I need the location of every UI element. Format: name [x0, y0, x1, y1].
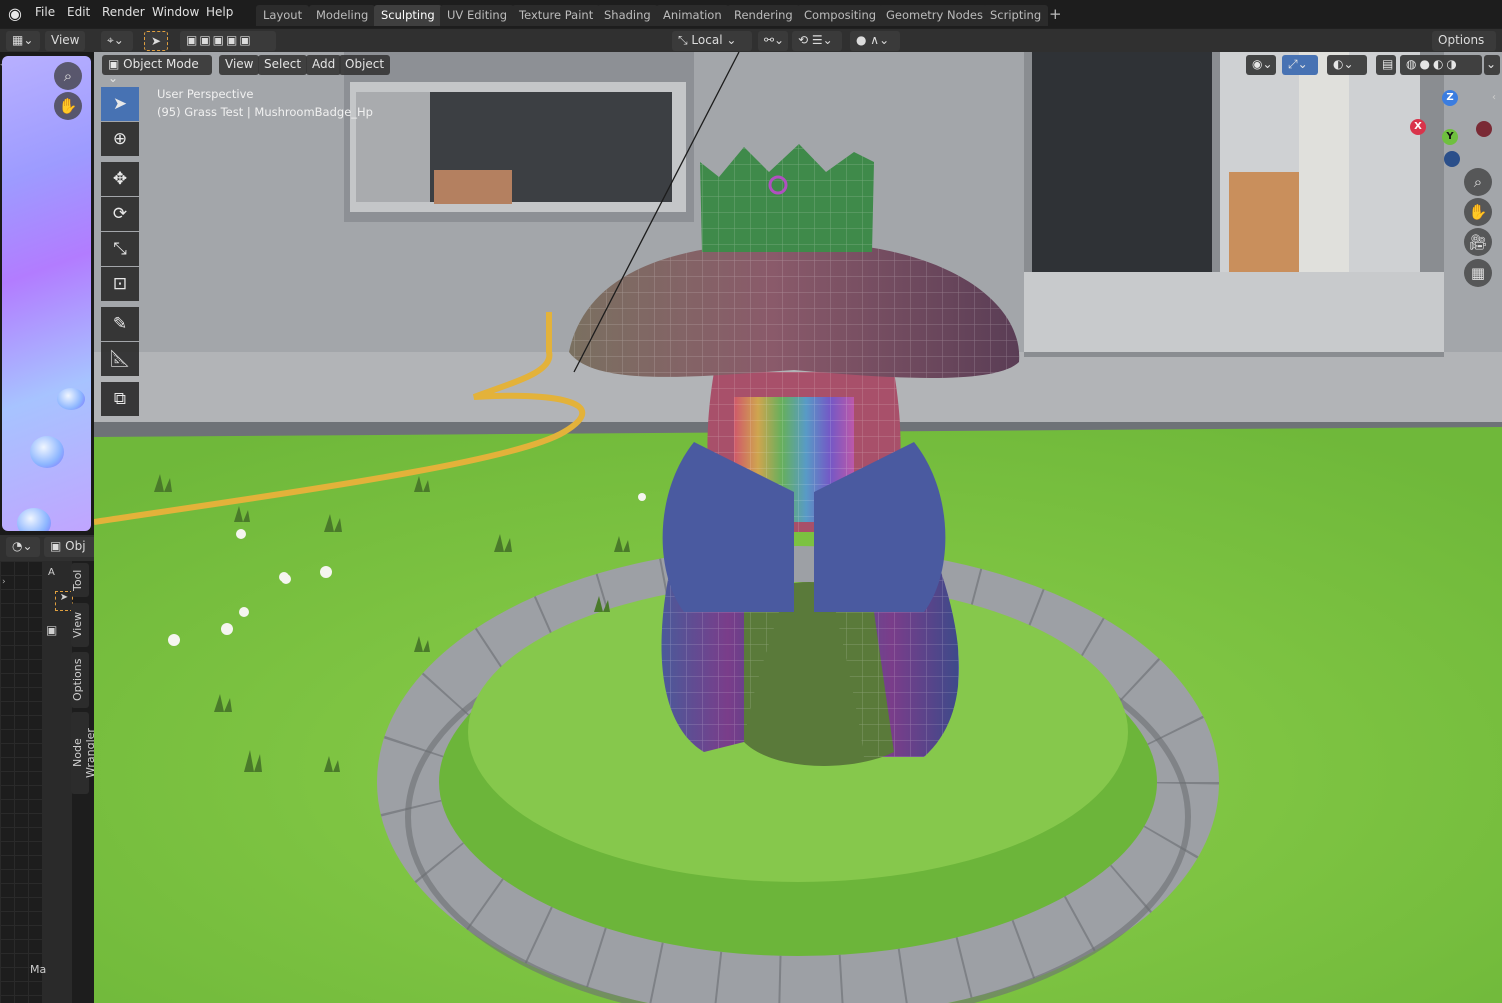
add-cube-icon[interactable]: ⧉ [101, 382, 139, 416]
options-label: Options [1438, 33, 1485, 47]
shading-mode-buttons[interactable]: ◍●◐◑ [1400, 55, 1482, 75]
editor-type-button[interactable]: ◔⌄ [6, 537, 40, 557]
viewport-menu-view[interactable]: View [219, 55, 260, 75]
preview-sphere [17, 508, 51, 531]
falloff-button[interactable]: ● ∧⌄ [850, 31, 900, 51]
hand-icon[interactable]: ✋ [54, 92, 82, 120]
tab-layout[interactable]: Layout [256, 5, 310, 26]
top-menu-bar: ◉ File Edit Render Window Help Layout Mo… [0, 0, 1502, 28]
gizmo-button[interactable]: ⤢⌄ [1282, 55, 1318, 75]
node-grid [0, 561, 42, 1003]
viewport-menu-object[interactable]: Object [339, 55, 391, 75]
editor-type-button[interactable]: ▦⌄ [6, 31, 40, 51]
tab-uv-editing[interactable]: UV Editing [440, 5, 514, 26]
scale-icon[interactable]: ⤡ [101, 232, 139, 266]
tab-tool[interactable]: Tool [71, 563, 89, 597]
tab-sculpting[interactable]: Sculpting [374, 5, 442, 26]
tab-shading[interactable]: Shading [597, 5, 658, 26]
cursor-icon[interactable]: ⊕ [101, 122, 139, 156]
properties-header: ◔⌄ ▣ Obj [0, 535, 94, 561]
object-mode-label: Object Mode [123, 57, 199, 71]
tab-compositing[interactable]: Compositing [797, 5, 884, 26]
menu-render[interactable]: Render [102, 5, 145, 19]
menu-help[interactable]: Help [206, 5, 233, 19]
select-box-icon[interactable]: ➤ [144, 31, 168, 51]
sidebar-toggle-icon[interactable]: ‹ [1492, 92, 1496, 103]
zoom-icon[interactable]: ⌕ [54, 62, 82, 90]
axis-neg-x[interactable] [1476, 121, 1492, 137]
add-workspace-button[interactable]: + [1049, 5, 1062, 23]
orientation-label: Local [691, 33, 723, 47]
hand-icon[interactable]: ✋ [1464, 198, 1492, 226]
tab-options[interactable]: Options [71, 652, 89, 708]
proportional-button[interactable]: ⟲ ☰⌄ [792, 31, 842, 51]
snap-button[interactable]: ⚯⌄ [758, 31, 788, 51]
zoom-icon[interactable]: ⌕ [1464, 168, 1492, 196]
tab-scripting[interactable]: Scripting [983, 5, 1049, 26]
select-box-icon[interactable]: ➤ [101, 87, 139, 121]
selection-mode-buttons[interactable]: ▣▣▣▣▣ [180, 31, 276, 51]
a-label: A [48, 567, 55, 578]
object-mode-label: Obj [65, 539, 86, 553]
xray-button[interactable]: ▤ [1376, 55, 1396, 75]
object-mode-dropdown[interactable]: ▣ Object Mode ⌄ [102, 55, 212, 85]
tool-header: ▦⌄ View ⌖⌄ ➤ ▣▣▣▣▣ ⤡ Local ⌄ ⚯⌄ ⟲ ☰⌄ ● ∧… [0, 28, 1502, 61]
transform-pivot-button[interactable]: ⌖⌄ [101, 31, 133, 51]
select-mode-icon[interactable]: ▣ [46, 623, 68, 637]
view-menu-left[interactable]: View [45, 31, 85, 51]
matcap-preview-panel: ⌕ ✋ [2, 56, 91, 531]
preview-sphere [30, 436, 64, 468]
annotate-icon[interactable]: ✎ [101, 307, 139, 341]
navigation-gizmo[interactable]: Z Y X [1404, 87, 1494, 177]
object-info-label: (95) Grass Test | MushroomBadge_Hp [157, 105, 373, 119]
tab-rendering[interactable]: Rendering [727, 5, 800, 26]
tab-view[interactable]: View [71, 603, 89, 647]
rotate-icon[interactable]: ⟳ [101, 197, 139, 231]
axis-neg-z[interactable] [1444, 151, 1460, 167]
bottom-label: Ma [30, 963, 47, 976]
scene-render [94, 52, 1502, 1003]
tab-texture-paint[interactable]: Texture Paint [512, 5, 601, 26]
overlay-button[interactable]: ◐⌄ [1327, 55, 1367, 75]
axis-y[interactable]: Y [1442, 129, 1458, 145]
preview-sphere [57, 388, 85, 410]
tab-animation[interactable]: Animation [656, 5, 729, 26]
visibility-button[interactable]: ◉⌄ [1246, 55, 1276, 75]
viewport-menu-select[interactable]: Select [258, 55, 308, 75]
tab-modeling[interactable]: Modeling [309, 5, 376, 26]
axis-z[interactable]: Z [1442, 90, 1458, 106]
object-mode-button[interactable]: ▣ Obj [44, 537, 94, 557]
menu-file[interactable]: File [35, 5, 55, 19]
axis-x[interactable]: X [1410, 119, 1426, 135]
blender-logo-icon[interactable]: ◉ [8, 4, 22, 23]
tool-settings-area: A ➤ ▣ [42, 561, 73, 1003]
grid-icon[interactable]: ▦ [1464, 259, 1492, 287]
menu-window[interactable]: Window [152, 5, 199, 19]
tab-node-wrangler[interactable]: Node Wrangler [71, 712, 97, 794]
3d-viewport[interactable]: ▣ Object Mode ⌄ View Select Add Object ◉… [94, 52, 1502, 1003]
measure-icon[interactable]: 📐︎ [101, 342, 139, 376]
expand-arrow-icon[interactable]: › [2, 577, 6, 587]
options-dropdown[interactable]: Options ⌄ [1432, 31, 1496, 61]
view-perspective-label: User Perspective [157, 87, 254, 101]
viewport-menu-add[interactable]: Add [306, 55, 342, 75]
tab-geometry-nodes[interactable]: Geometry Nodes [879, 5, 991, 26]
transform-icon[interactable]: ⊡ [101, 267, 139, 301]
camera-icon[interactable]: 🎥︎ [1464, 228, 1492, 256]
shading-options-button[interactable]: ⌄ [1484, 55, 1500, 75]
move-icon[interactable]: ✥ [101, 162, 139, 196]
orientation-dropdown[interactable]: ⤡ Local ⌄ [672, 31, 752, 51]
menu-edit[interactable]: Edit [67, 5, 90, 19]
